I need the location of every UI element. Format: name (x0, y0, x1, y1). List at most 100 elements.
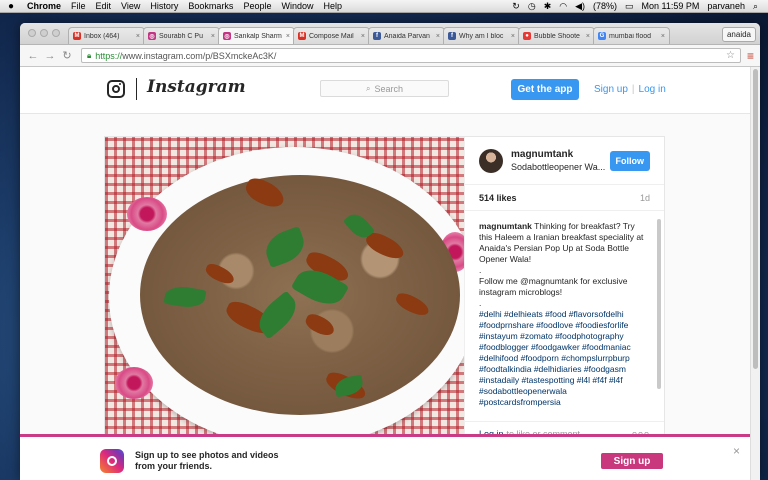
address-bar[interactable]: 🔒︎ https:// www.instagram.com/p/BSXmckeA… (81, 48, 741, 63)
caption-first-paragraph: magnumtank Thinking for breakfast? Try t… (479, 221, 650, 265)
menu-chrome[interactable]: Chrome (22, 1, 66, 11)
follow-button[interactable]: Follow (609, 150, 650, 171)
browser-tab[interactable]: M Compose Mail × (293, 27, 370, 44)
browser-tab[interactable]: ● Bubble Shoote × (518, 27, 595, 44)
chrome-menu-icon[interactable]: ≡ (747, 49, 754, 63)
tab-close-icon[interactable]: × (286, 33, 290, 40)
post-caption: magnumtank Thinking for breakfast? Try t… (465, 211, 664, 421)
instagram-camera-icon[interactable] (107, 80, 125, 98)
browser-tab[interactable]: f Why am I bloc × (443, 27, 520, 44)
volume-icon[interactable]: ◀) (571, 1, 589, 12)
tabs: M Inbox (464) × ◎ Sourabh C Pu × ◎ Sankalp Shar… (68, 27, 670, 44)
auth-links: Sign up | Log in (594, 84, 666, 95)
browser-window: M Inbox (464) × ◎ Sourabh C Pu × ◎ Sankalp Shar… (20, 23, 760, 480)
menu-view[interactable]: View (116, 1, 145, 11)
menubar-clock[interactable]: Mon 11:59 PM (638, 1, 704, 11)
banner-line-1: Sign up to see photos and videos (135, 450, 279, 460)
banner-line-2: from your friends. (135, 461, 213, 471)
battery-icon[interactable]: ▭ (621, 1, 638, 12)
tab-close-icon[interactable]: × (661, 33, 665, 40)
battery-status[interactable]: (78%) (589, 1, 621, 11)
tab-close-icon[interactable]: × (361, 33, 365, 40)
spotlight-icon[interactable]: ⌕ (749, 1, 762, 12)
forward-icon[interactable]: → (43, 49, 57, 63)
author-username[interactable]: magnumtank (511, 148, 605, 161)
bookmark-star-icon[interactable]: ☆ (726, 50, 735, 61)
likes-count[interactable]: 514 likes (479, 193, 517, 203)
banner-text: Sign up to see photos and videos from yo… (135, 450, 279, 472)
sync-icon[interactable]: ↻ (508, 1, 524, 12)
caption-username[interactable]: magnumtank (479, 221, 532, 231)
instagram-icon: ◎ (148, 32, 156, 40)
close-window-button[interactable] (28, 29, 36, 37)
link-separator: | (631, 84, 635, 95)
gmail-icon: M (298, 32, 306, 40)
get-the-app-button[interactable]: Get the app (511, 79, 579, 100)
post-age[interactable]: 1d (640, 193, 650, 203)
tab-close-icon[interactable]: × (586, 33, 590, 40)
tab-close-icon[interactable]: × (211, 33, 215, 40)
wifi-icon[interactable]: ◠ (555, 1, 571, 12)
logo-divider (136, 78, 137, 100)
post-header: magnumtank Sodabottleopener Wa... Follow (465, 137, 664, 185)
reload-icon[interactable]: ↻ (60, 49, 74, 63)
clock-icon[interactable]: ◷ (524, 1, 540, 12)
scrollbar-thumb[interactable] (753, 69, 758, 369)
tab-title: Sankalp Sharm (234, 32, 282, 40)
plate-rose-decoration (127, 197, 167, 231)
apple-icon[interactable]: ● (0, 1, 22, 12)
tab-title: Anaida Parvan (384, 32, 430, 40)
instagram-wordmark[interactable]: Instagram (147, 77, 246, 97)
caption-hashtags[interactable]: #delhi #delhieats #food #flavorsofdelhi … (479, 309, 650, 408)
window-controls (20, 29, 68, 44)
search-icon: ⌕ (365, 83, 371, 93)
bluetooth-icon[interactable]: ✱ (540, 1, 556, 12)
banner-signup-button[interactable]: Sign up (601, 453, 663, 469)
facebook-icon: f (448, 32, 456, 40)
instagram-icon: ◎ (223, 32, 231, 40)
post-photo[interactable] (105, 137, 464, 447)
post-location[interactable]: Sodabottleopener Wa... (511, 161, 605, 174)
page-scrollbar[interactable] (750, 67, 760, 480)
facebook-icon: f (373, 32, 381, 40)
caption-line: Follow me @magnumtank for exclusive inst… (479, 276, 628, 297)
post-stats: 514 likes 1d (465, 185, 664, 211)
post-sidebar: magnumtank Sodabottleopener Wa... Follow… (464, 137, 664, 445)
menu-file[interactable]: File (66, 1, 91, 11)
tab-title: Why am I bloc (459, 32, 504, 40)
browser-tab[interactable]: ◎ Sankalp Sharm × (218, 27, 295, 44)
log-in-link[interactable]: Log in (639, 84, 666, 95)
zoom-window-button[interactable] (52, 29, 60, 37)
gmail-icon: M (73, 32, 81, 40)
browser-tab[interactable]: ◎ Sourabh C Pu × (143, 27, 220, 44)
instagram-app-icon (100, 449, 124, 473)
menu-bookmarks[interactable]: Bookmarks (183, 1, 238, 11)
caption-scrollbar[interactable] (657, 219, 661, 389)
menu-edit[interactable]: Edit (91, 1, 117, 11)
browser-tab[interactable]: f Anaida Parvan × (368, 27, 445, 44)
menu-window[interactable]: Window (276, 1, 318, 11)
close-icon[interactable]: × (733, 444, 740, 458)
browser-tab[interactable]: M Inbox (464) × (68, 27, 145, 44)
tab-title: Compose Mail (309, 32, 354, 40)
url-text: www.instagram.com/p/BSXmckeAc3K/ (122, 50, 277, 61)
search-input[interactable]: ⌕ Search (320, 80, 449, 97)
tab-strip: M Inbox (464) × ◎ Sourabh C Pu × ◎ Sankalp Shar… (20, 23, 760, 45)
menu-help[interactable]: Help (318, 1, 347, 11)
tab-close-icon[interactable]: × (136, 33, 140, 40)
menubar-user[interactable]: parvaneh (703, 1, 749, 11)
avatar[interactable] (479, 148, 503, 173)
menu-people[interactable]: People (238, 1, 276, 11)
tab-close-icon[interactable]: × (436, 33, 440, 40)
tab-title: mumbai flood (609, 32, 652, 40)
tab-title: Bubble Shoote (534, 32, 580, 40)
minimize-window-button[interactable] (40, 29, 48, 37)
browser-toolbar: ← → ↻ 🔒︎ https:// www.instagram.com/p/BS… (20, 45, 760, 67)
back-icon[interactable]: ← (26, 49, 40, 63)
browser-tab[interactable]: Gmumbai flood × (593, 27, 670, 44)
game-icon: ● (523, 32, 531, 40)
profile-button[interactable]: anaida (721, 27, 756, 42)
menu-history[interactable]: History (145, 1, 183, 11)
sign-up-link[interactable]: Sign up (594, 84, 628, 95)
tab-close-icon[interactable]: × (511, 33, 515, 40)
